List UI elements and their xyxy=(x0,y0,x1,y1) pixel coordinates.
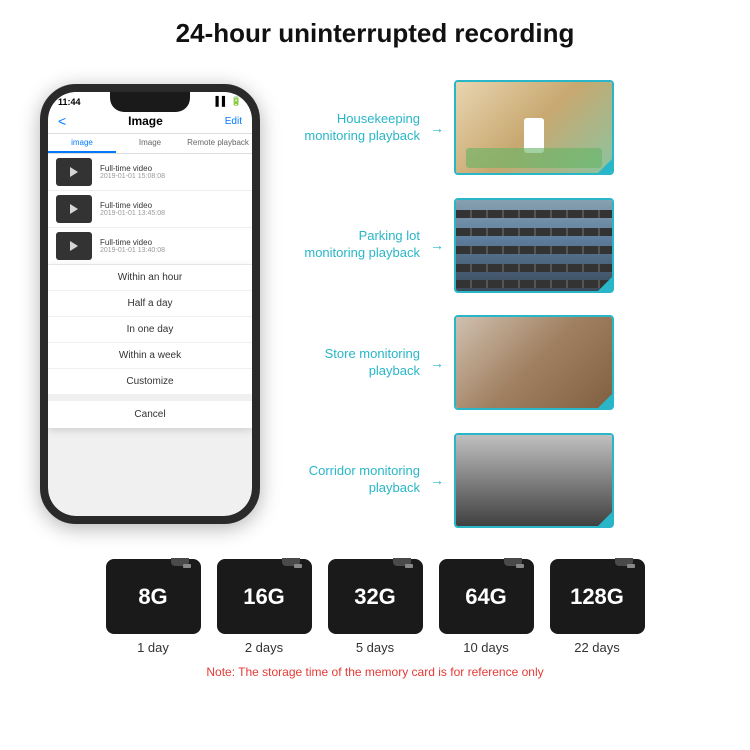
time-display: 11:44 xyxy=(58,97,81,107)
video-thumb-3 xyxy=(56,232,92,260)
monitoring-label-housekeeping: Housekeepingmonitoring playback xyxy=(290,111,420,145)
app-header: < Image Edit xyxy=(48,109,252,134)
video-thumb-1 xyxy=(56,158,92,186)
video-title-3: Full-time video xyxy=(100,238,244,247)
monitoring-section: Housekeepingmonitoring playback → Parkin… xyxy=(290,59,730,549)
video-date-1: 2019-01-01 15:08:08 xyxy=(100,173,244,180)
monitoring-image-parking xyxy=(454,198,614,293)
scene-mat xyxy=(466,148,602,168)
signal-display: ▌▌ 🔋 xyxy=(216,96,242,107)
corner-arrow-parking xyxy=(598,277,612,291)
tab-remote[interactable]: Remote playback xyxy=(184,134,252,153)
car-row-4 xyxy=(456,264,612,272)
scene-housekeeping xyxy=(456,82,612,173)
sd-days-3: 10 days xyxy=(463,640,509,655)
storage-section: 8G 1 day 16G 2 days 32G 5 days 64G 10 days 128G 2… xyxy=(0,549,750,679)
monitoring-housekeeping: Housekeepingmonitoring playback → xyxy=(290,80,730,175)
monitoring-label-corridor: Corridor monitoringplayback xyxy=(290,463,420,497)
video-info-3: Full-time video 2019-01-01 13:40:08 xyxy=(100,238,244,254)
video-item-3[interactable]: Full-time video 2019-01-01 13:40:08 xyxy=(48,228,252,265)
sd-card-3: 64G xyxy=(439,559,534,634)
video-info-1: Full-time video 2019-01-01 15:08:08 xyxy=(100,164,244,180)
main-content: 11:44 ▌▌ 🔋 < Image Edit image Image Remo… xyxy=(0,59,750,549)
menu-item-oneday[interactable]: In one day xyxy=(48,317,252,343)
sd-capacity-1: 16G xyxy=(243,584,285,610)
video-list: Full-time video 2019-01-01 15:08:08 Full… xyxy=(48,154,252,265)
storage-card-wrapper-3: 64G 10 days xyxy=(439,559,534,655)
arrow-store: → xyxy=(430,355,444,371)
sd-days-4: 22 days xyxy=(574,640,620,655)
monitoring-label-store: Store monitoringplayback xyxy=(290,346,420,380)
storage-cards: 8G 1 day 16G 2 days 32G 5 days 64G 10 days 128G 2… xyxy=(106,559,645,655)
video-item-2[interactable]: Full-time video 2019-01-01 13:45:08 xyxy=(48,191,252,228)
phone-screen: 11:44 ▌▌ 🔋 < Image Edit image Image Remo… xyxy=(48,92,252,516)
menu-item-hour[interactable]: Within an hour xyxy=(48,265,252,291)
scene-corridor xyxy=(456,435,612,526)
sd-days-2: 5 days xyxy=(356,640,394,655)
back-button[interactable]: < xyxy=(58,113,66,129)
monitoring-label-parking: Parking lotmonitoring playback xyxy=(290,228,420,262)
car-row-3 xyxy=(456,246,612,254)
corner-arrow-corridor xyxy=(598,512,612,526)
monitoring-image-corridor xyxy=(454,433,614,528)
car-row-1 xyxy=(456,210,612,218)
sd-days-1: 2 days xyxy=(245,640,283,655)
play-icon-3 xyxy=(70,241,78,251)
phone-notch xyxy=(110,92,190,112)
sd-card-2: 32G xyxy=(328,559,423,634)
scene-store xyxy=(456,317,612,408)
cancel-button[interactable]: Cancel xyxy=(48,395,252,428)
video-thumb-2 xyxy=(56,195,92,223)
sd-card-1: 16G xyxy=(217,559,312,634)
video-date-2: 2019-01-01 13:45:08 xyxy=(100,210,244,217)
page-header: 24-hour uninterrupted recording xyxy=(0,0,750,59)
monitoring-parking: Parking lotmonitoring playback → xyxy=(290,198,730,293)
video-title-2: Full-time video xyxy=(100,201,244,210)
storage-note: Note: The storage time of the memory car… xyxy=(206,665,543,679)
dropdown-menu: Within an hour Half a day In one day Wit… xyxy=(48,265,252,428)
corner-arrow-store xyxy=(598,394,612,408)
sd-card-4: 128G xyxy=(550,559,645,634)
sd-capacity-0: 8G xyxy=(138,584,167,610)
video-date-3: 2019-01-01 13:40:08 xyxy=(100,247,244,254)
phone-device: 11:44 ▌▌ 🔋 < Image Edit image Image Remo… xyxy=(40,84,260,524)
monitoring-image-housekeeping xyxy=(454,80,614,175)
play-icon-1 xyxy=(70,167,78,177)
monitoring-image-store xyxy=(454,315,614,410)
page-title: 24-hour uninterrupted recording xyxy=(20,18,730,49)
sd-capacity-4: 128G xyxy=(570,584,624,610)
menu-item-halfday[interactable]: Half a day xyxy=(48,291,252,317)
storage-card-wrapper-0: 8G 1 day xyxy=(106,559,201,655)
sd-capacity-3: 64G xyxy=(465,584,507,610)
monitoring-store: Store monitoringplayback → xyxy=(290,315,730,410)
monitoring-corridor: Corridor monitoringplayback → xyxy=(290,433,730,528)
sd-days-0: 1 day xyxy=(137,640,169,655)
phone-section: 11:44 ▌▌ 🔋 < Image Edit image Image Remo… xyxy=(20,59,280,549)
play-icon-2 xyxy=(70,204,78,214)
scene-parking xyxy=(456,200,612,291)
arrow-corridor: → xyxy=(430,472,444,488)
car-row-5 xyxy=(456,280,612,288)
car-row-2 xyxy=(456,228,612,236)
menu-item-week[interactable]: Within a week xyxy=(48,343,252,369)
storage-card-wrapper-2: 32G 5 days xyxy=(328,559,423,655)
app-tabs: image Image Remote playback xyxy=(48,134,252,154)
arrow-parking: → xyxy=(430,237,444,253)
menu-item-customize[interactable]: Customize xyxy=(48,369,252,395)
sd-capacity-2: 32G xyxy=(354,584,396,610)
video-item-1[interactable]: Full-time video 2019-01-01 15:08:08 xyxy=(48,154,252,191)
tab-image[interactable]: image xyxy=(48,134,116,153)
arrow-housekeeping: → xyxy=(430,120,444,136)
edit-button[interactable]: Edit xyxy=(225,116,242,127)
screen-title: Image xyxy=(128,114,163,128)
video-info-2: Full-time video 2019-01-01 13:45:08 xyxy=(100,201,244,217)
tab-image2[interactable]: Image xyxy=(116,134,184,153)
corner-arrow-housekeeping xyxy=(598,159,612,173)
storage-card-wrapper-4: 128G 22 days xyxy=(550,559,645,655)
video-title-1: Full-time video xyxy=(100,164,244,173)
sd-card-0: 8G xyxy=(106,559,201,634)
storage-card-wrapper-1: 16G 2 days xyxy=(217,559,312,655)
